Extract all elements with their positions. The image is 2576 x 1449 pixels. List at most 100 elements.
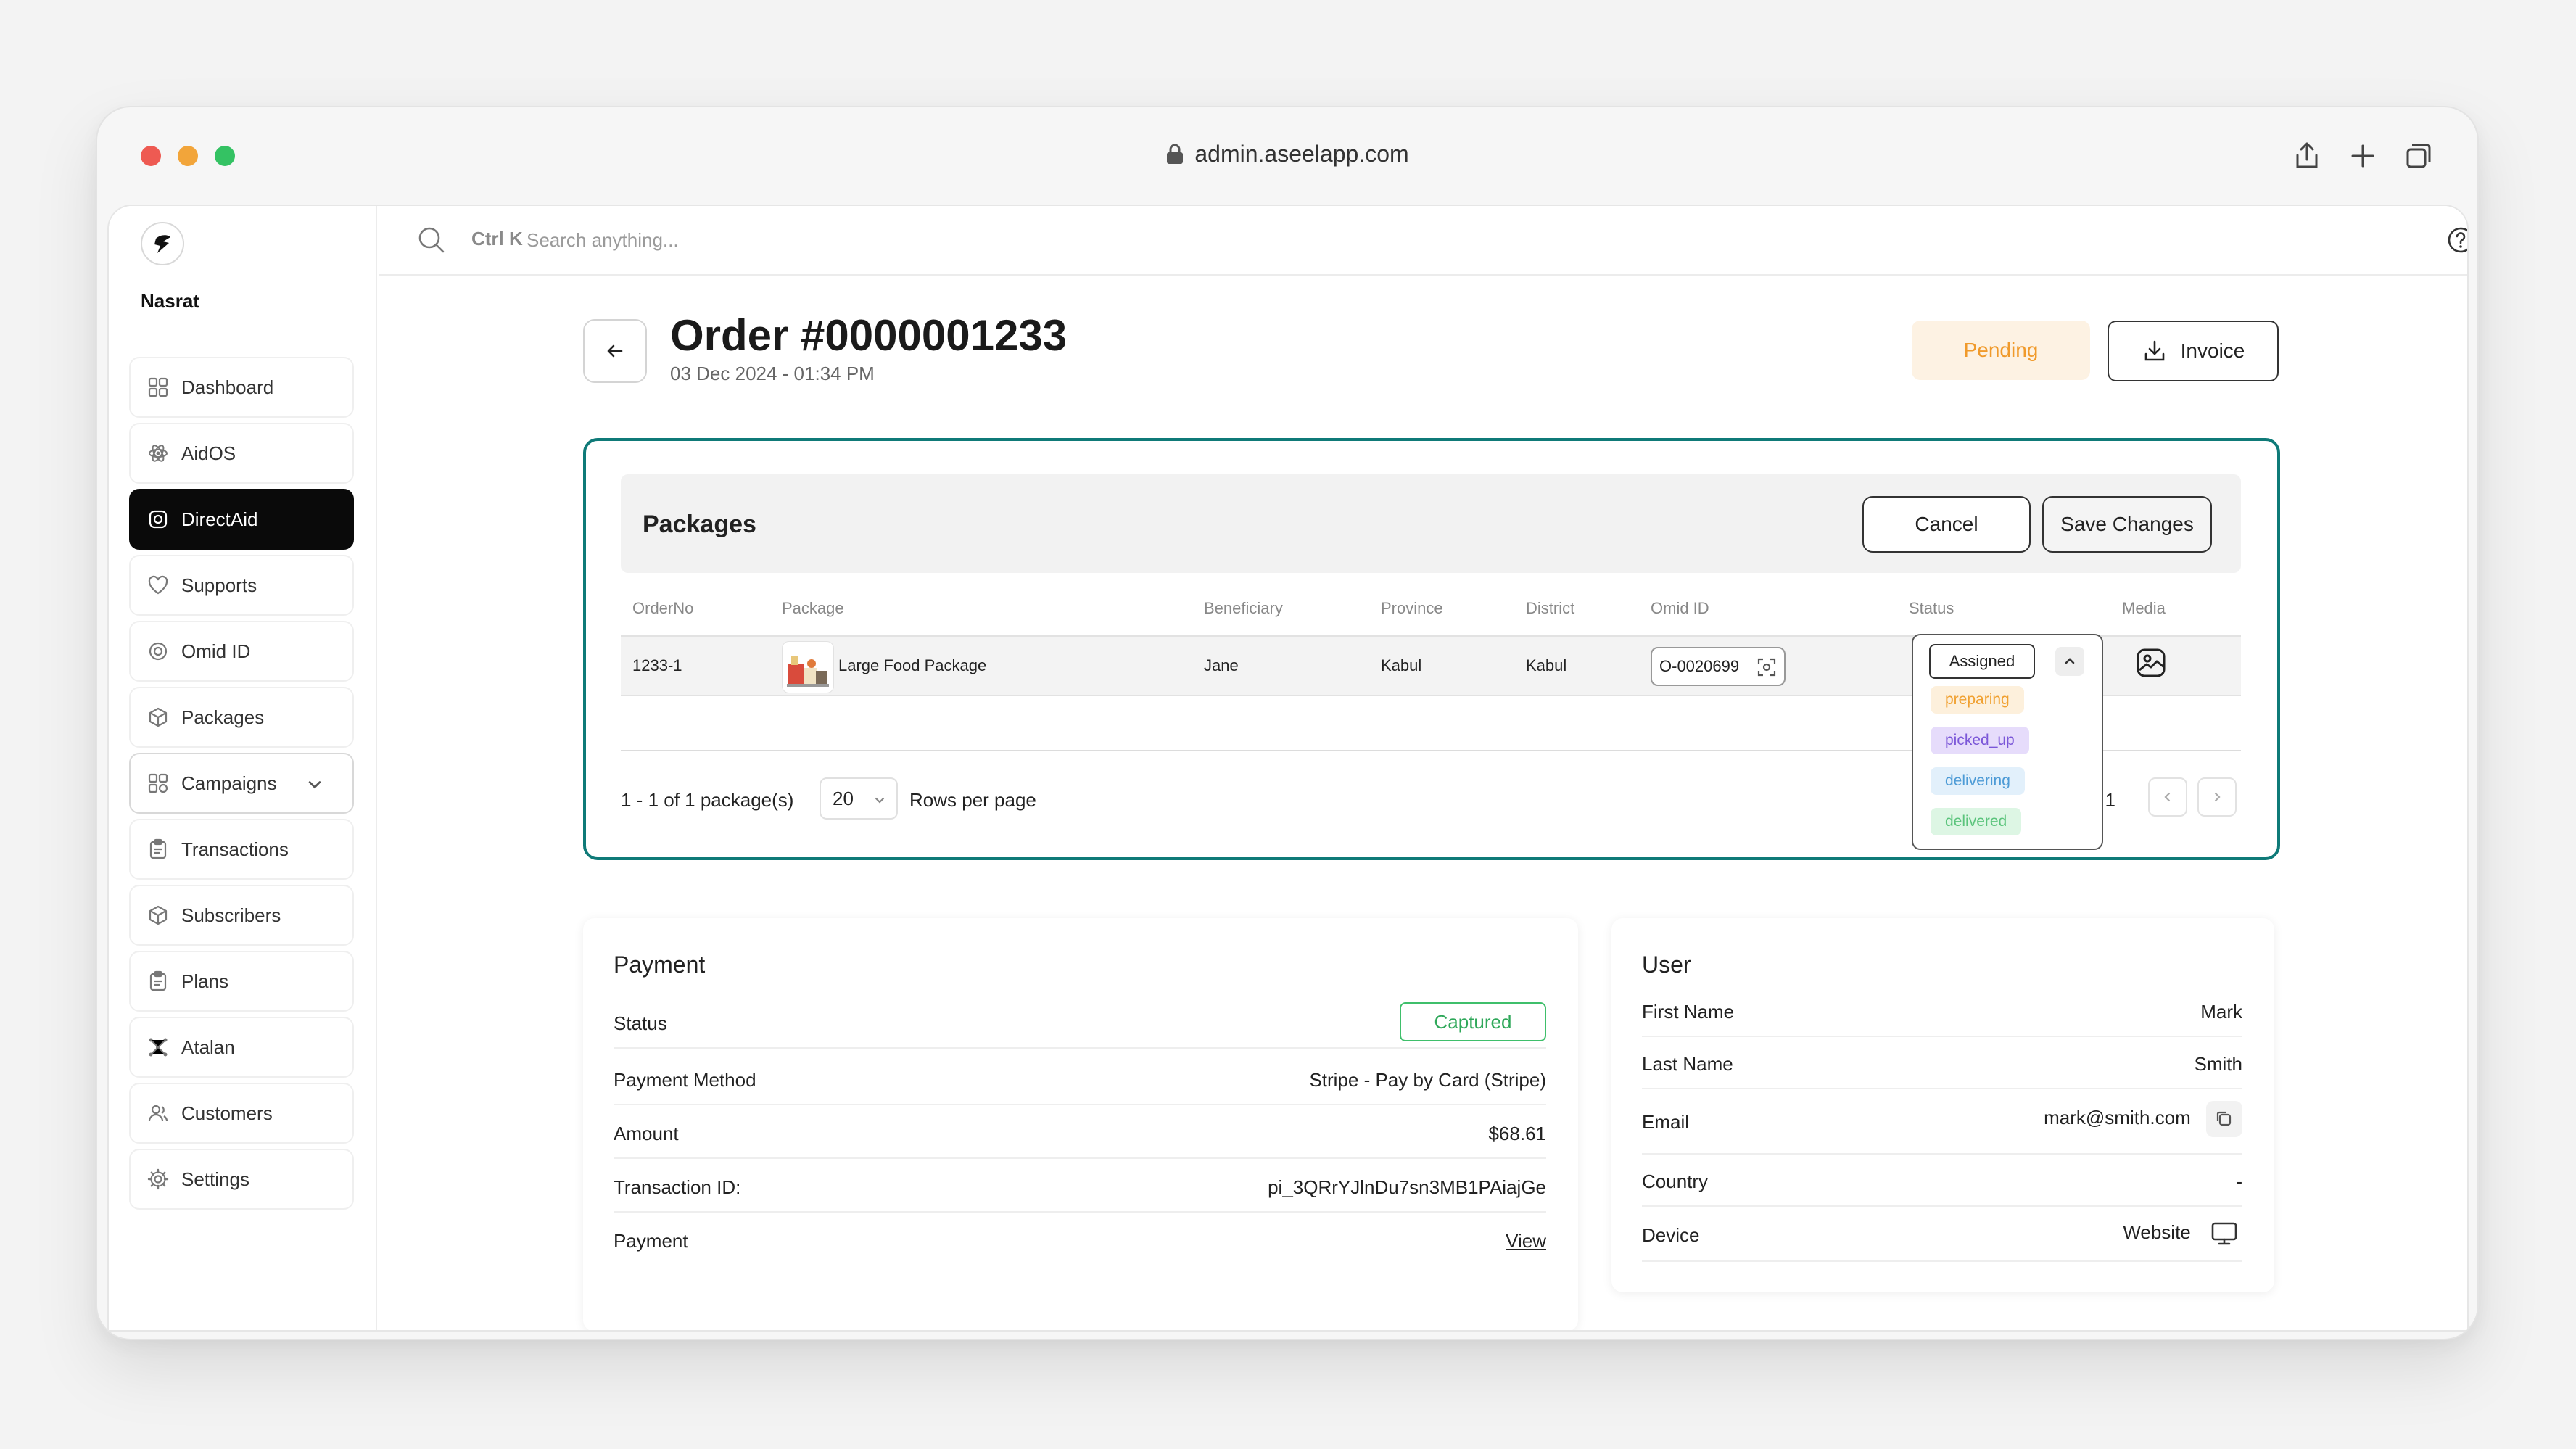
sidebar-item-aidos[interactable]: AidOS xyxy=(129,423,354,484)
sidebar-item-label: Customers xyxy=(181,1102,273,1124)
sidebar-item-supports[interactable]: Supports xyxy=(129,555,354,616)
search-input[interactable] xyxy=(527,222,1107,258)
view-payment-link[interactable]: View xyxy=(1506,1230,1546,1252)
sidebar-item-subscribers[interactable]: Subscribers xyxy=(129,885,354,946)
sidebar-item-settings[interactable]: Settings xyxy=(129,1149,354,1210)
cancel-button[interactable]: Cancel xyxy=(1862,496,2031,553)
packages-card: Packages Cancel Save Changes OrderNo Pac… xyxy=(583,438,2280,860)
top-bar: Ctrl K xyxy=(379,206,2467,276)
status-option-delivering[interactable]: delivering xyxy=(1931,767,2025,795)
status-selected-value[interactable]: Assigned xyxy=(1929,644,2035,679)
field-label: Amount xyxy=(614,1123,679,1144)
tabs-overview-icon[interactable] xyxy=(2402,139,2435,173)
sidebar-item-packages[interactable]: Packages xyxy=(129,687,354,748)
order-number-cell: 1233-1 xyxy=(632,656,682,674)
sidebar-item-label: Settings xyxy=(181,1168,249,1190)
browser-window: admin.aseelapp.com Nasrat Dashboard AidO… xyxy=(96,106,2479,1340)
sidebar-item-atalan[interactable]: Atalan xyxy=(129,1017,354,1078)
sidebar-item-label: Supports xyxy=(181,574,257,596)
device-row: Device Website xyxy=(1642,1207,2242,1262)
email-row: Email mark@smith.com xyxy=(1642,1089,2242,1155)
box-icon xyxy=(149,707,168,727)
field-label: Payment xyxy=(614,1230,688,1252)
media-image-icon[interactable] xyxy=(2135,647,2167,679)
arrow-left-icon xyxy=(607,344,623,358)
collapse-status-button[interactable] xyxy=(2055,647,2084,676)
new-tab-icon[interactable] xyxy=(2346,139,2379,173)
payment-card: Payment Status Captured Payment Method S… xyxy=(583,918,1578,1330)
field-label: Status xyxy=(614,1012,667,1034)
column-header-district: District xyxy=(1526,599,1575,617)
omid-id-chip[interactable]: O-0020699 xyxy=(1651,647,1786,686)
field-label: Transaction ID: xyxy=(614,1176,741,1198)
first-name-value: Mark xyxy=(2200,1001,2242,1023)
main-content: Order #0000001233 03 Dec 2024 - 01:34 PM… xyxy=(379,276,2467,1330)
country-value: - xyxy=(2236,1171,2242,1192)
search-icon xyxy=(418,227,445,253)
share-icon[interactable] xyxy=(2290,139,2324,173)
previous-page-button[interactable] xyxy=(2148,777,2187,817)
app-frame: Nasrat Dashboard AidOS DirectAid Support… xyxy=(107,205,2469,1332)
amount-row: Amount $68.61 xyxy=(614,1107,1546,1159)
sidebar-item-label: Plans xyxy=(181,970,229,992)
sidebar-item-omid-id[interactable]: Omid ID xyxy=(129,621,354,682)
network-icon xyxy=(149,1038,168,1057)
email-value: mark@smith.com xyxy=(2044,1106,2191,1128)
column-header-package: Package xyxy=(782,599,844,617)
rows-per-page-select[interactable]: 20 xyxy=(820,777,898,820)
sidebar-item-dashboard[interactable]: Dashboard xyxy=(129,357,354,418)
copy-email-button[interactable] xyxy=(2206,1101,2242,1137)
sidebar-item-label: Dashboard xyxy=(181,376,274,398)
sidebar-item-transactions[interactable]: Transactions xyxy=(129,819,354,880)
back-button[interactable] xyxy=(583,319,647,383)
status-option-delivered[interactable]: delivered xyxy=(1931,808,2022,835)
sidebar-item-customers[interactable]: Customers xyxy=(129,1083,354,1144)
packages-header: Packages Cancel Save Changes xyxy=(621,474,2241,573)
address-bar[interactable]: admin.aseelapp.com xyxy=(97,141,2477,168)
sidebar-item-directaid[interactable]: DirectAid xyxy=(129,489,354,550)
status-dropdown[interactable]: Assigned preparing picked_up delivering … xyxy=(1912,634,2103,850)
column-header-omid-id: Omid ID xyxy=(1651,599,1709,617)
invoice-button[interactable]: Invoice xyxy=(2108,321,2279,381)
status-option-preparing[interactable]: preparing xyxy=(1931,686,2024,714)
rows-per-page-label: Rows per page xyxy=(909,789,1036,811)
scan-id-icon[interactable] xyxy=(1756,657,1777,677)
direct-aid-icon xyxy=(149,510,168,529)
chevron-right-icon xyxy=(2214,792,2221,802)
chevron-up-icon xyxy=(2065,658,2075,664)
rows-per-page-value: 20 xyxy=(833,787,854,809)
province-cell: Kabul xyxy=(1381,656,1422,674)
package-name-cell: Large Food Package xyxy=(838,656,987,674)
column-header-province: Province xyxy=(1381,599,1443,617)
box-icon xyxy=(149,905,168,925)
sidebar-item-label: Subscribers xyxy=(181,904,281,926)
users-icon xyxy=(148,1105,168,1122)
sidebar-nav: Dashboard AidOS DirectAid Supports Omid … xyxy=(129,357,354,1215)
transaction-id-value: pi_3QRrYJlnDu7sn3MB1PAiajGe xyxy=(1268,1176,1546,1198)
sidebar-item-label: Atalan xyxy=(181,1036,235,1058)
sidebar-item-label: Omid ID xyxy=(181,640,251,662)
sidebar-item-campaigns[interactable]: Campaigns xyxy=(129,753,354,814)
organization-name: Nasrat xyxy=(141,290,199,312)
download-icon xyxy=(2144,340,2164,361)
chevron-down-icon[interactable] xyxy=(303,773,326,796)
payment-method-value: Stripe - Pay by Card (Stripe) xyxy=(1309,1069,1546,1091)
column-header-media: Media xyxy=(2122,599,2166,617)
app-logo-icon[interactable] xyxy=(141,222,184,265)
heart-icon xyxy=(148,575,168,595)
pagination-summary: 1 - 1 of 1 package(s) xyxy=(621,789,794,811)
first-name-row: First Name Mark xyxy=(1642,985,2242,1037)
next-page-button[interactable] xyxy=(2197,777,2237,817)
help-icon[interactable] xyxy=(2444,223,2469,257)
clipboard-icon xyxy=(149,838,167,859)
district-cell: Kabul xyxy=(1526,656,1567,674)
gear-icon xyxy=(147,1168,169,1190)
sidebar-item-label: DirectAid xyxy=(181,508,258,530)
status-option-picked-up[interactable]: picked_up xyxy=(1931,727,2029,754)
package-thumbnail xyxy=(782,641,834,693)
column-header-beneficiary: Beneficiary xyxy=(1204,599,1283,617)
save-changes-button[interactable]: Save Changes xyxy=(2042,496,2212,553)
field-label: First Name xyxy=(1642,1001,1735,1023)
sidebar-item-plans[interactable]: Plans xyxy=(129,951,354,1012)
payment-link-row: Payment View xyxy=(614,1214,1546,1266)
